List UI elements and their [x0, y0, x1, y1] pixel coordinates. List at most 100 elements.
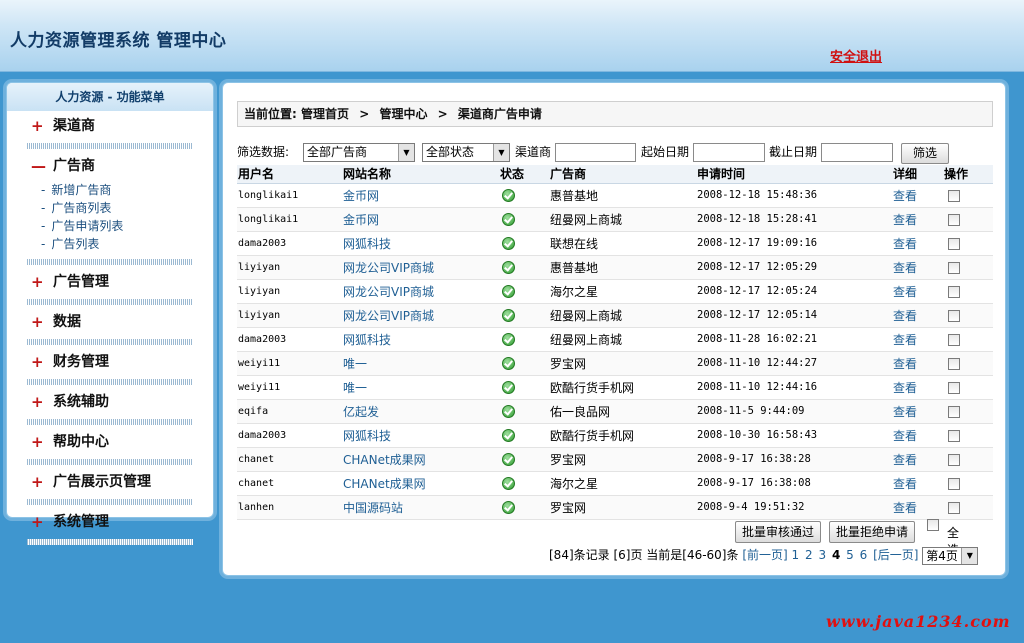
sidebar-item-5[interactable]: + 财务管理 — [7, 347, 213, 377]
page-link[interactable]: 1 — [792, 548, 800, 562]
view-detail-link[interactable]: 查看 — [892, 399, 943, 424]
start-date-input[interactable] — [693, 143, 765, 162]
next-page-link[interactable]: [后一页] — [873, 548, 918, 562]
cell-site-link[interactable]: 网狐科技 — [342, 327, 499, 352]
breadcrumb-item-center[interactable]: 管理中心 — [379, 107, 427, 121]
cell-site-link[interactable]: 中国源码站 — [342, 495, 499, 520]
row-checkbox[interactable] — [948, 189, 960, 202]
sidebar-item-7[interactable]: + 帮助中心 — [7, 427, 213, 457]
cell-apply-time: 2008-12-17 12:05:24 — [696, 279, 892, 304]
sidebar-group: + 广告管理 — [7, 267, 213, 305]
check-circle-icon — [502, 212, 515, 226]
row-checkbox[interactable] — [948, 261, 960, 274]
channel-input[interactable] — [555, 143, 636, 162]
sidebar-subitem[interactable]: - 广告申请列表 — [41, 217, 213, 235]
view-detail-link[interactable]: 查看 — [892, 423, 943, 448]
view-detail-link[interactable]: 查看 — [892, 255, 943, 280]
sidebar-item-label: 系统辅助 — [53, 394, 109, 410]
sidebar-item-label: 广告展示页管理 — [53, 474, 151, 490]
logout-link[interactable]: 安全退出 — [830, 46, 882, 65]
row-checkbox[interactable] — [948, 237, 960, 250]
page-link[interactable]: 6 — [860, 548, 868, 562]
view-detail-link[interactable]: 查看 — [892, 183, 943, 208]
table-row: weiyi11 唯一 欧酷行货手机网 2008-11-10 12:44:16 查看 — [237, 375, 993, 400]
view-detail-link[interactable]: 查看 — [892, 327, 943, 352]
cell-status — [499, 495, 549, 520]
column-header: 申请时间 — [696, 165, 892, 184]
row-checkbox[interactable] — [948, 501, 960, 514]
sidebar-item-1[interactable]: + 渠道商 — [7, 111, 213, 141]
view-detail-link[interactable]: 查看 — [892, 375, 943, 400]
sidebar-divider — [27, 339, 193, 345]
status-select[interactable]: 全部状态 ▼ — [422, 143, 510, 162]
sidebar-group: + 帮助中心 — [7, 427, 213, 465]
page-link[interactable]: 3 — [818, 548, 826, 562]
cell-apply-time: 2008-9-17 16:38:08 — [696, 471, 892, 496]
row-checkbox[interactable] — [948, 357, 960, 370]
view-detail-link[interactable]: 查看 — [892, 351, 943, 376]
cell-operation — [943, 327, 993, 352]
sidebar-item-4[interactable]: + 数据 — [7, 307, 213, 337]
view-detail-link[interactable]: 查看 — [892, 303, 943, 328]
expand-icon: + — [31, 433, 44, 451]
sidebar-subitem[interactable]: - 新增广告商 — [41, 181, 213, 199]
cell-operation — [943, 231, 993, 256]
dash-icon: - — [41, 237, 46, 251]
cell-site-link[interactable]: 网狐科技 — [342, 231, 499, 256]
sidebar-item-8[interactable]: + 广告展示页管理 — [7, 467, 213, 497]
cell-site-link[interactable]: 唯一 — [342, 351, 499, 376]
row-checkbox[interactable] — [948, 429, 960, 442]
view-detail-link[interactable]: 查看 — [892, 447, 943, 472]
cell-site-link[interactable]: 网龙公司VIP商城 — [342, 303, 499, 328]
row-checkbox[interactable] — [948, 285, 960, 298]
cell-username: liyiyan — [237, 255, 342, 280]
sidebar-item-3[interactable]: + 广告管理 — [7, 267, 213, 297]
cell-advertiser: 海尔之星 — [549, 471, 696, 496]
sidebar-submenu: - 新增广告商 - 广告商列表 - 广告申请列表 - 广告列表 — [7, 181, 213, 257]
bulk-reject-button[interactable]: 批量拒绝申请 — [829, 521, 915, 543]
view-detail-link[interactable]: 查看 — [892, 495, 943, 520]
sidebar-group: + 系统辅助 — [7, 387, 213, 425]
page-link[interactable]: 2 — [805, 548, 813, 562]
view-detail-link[interactable]: 查看 — [892, 231, 943, 256]
select-all-checkbox[interactable] — [927, 519, 939, 531]
row-checkbox[interactable] — [948, 405, 960, 418]
sidebar-item-2[interactable]: — 广告商 — [7, 151, 213, 181]
cell-site-link[interactable]: 唯一 — [342, 375, 499, 400]
filter-button[interactable]: 筛选 — [901, 143, 949, 164]
page-link[interactable]: 5 — [846, 548, 854, 562]
row-checkbox[interactable] — [948, 333, 960, 346]
breadcrumb-item-home[interactable]: 管理首页 — [301, 107, 349, 121]
advertiser-select[interactable]: 全部广告商 ▼ — [303, 143, 415, 162]
view-detail-link[interactable]: 查看 — [892, 207, 943, 232]
view-detail-link[interactable]: 查看 — [892, 471, 943, 496]
cell-site-link[interactable]: 亿起发 — [342, 399, 499, 424]
sidebar-item-9[interactable]: + 系统管理 — [7, 507, 213, 537]
row-checkbox[interactable] — [948, 309, 960, 322]
cell-site-link[interactable]: 网龙公司VIP商城 — [342, 255, 499, 280]
sidebar-subitem[interactable]: - 广告列表 — [41, 235, 213, 253]
table-row: liyiyan 网龙公司VIP商城 海尔之星 2008-12-17 12:05:24 查… — [237, 279, 993, 304]
row-checkbox[interactable] — [948, 381, 960, 394]
cell-username: weiyi11 — [237, 351, 342, 376]
end-date-input[interactable] — [821, 143, 893, 162]
cell-site-link[interactable]: CHANet成果网 — [342, 471, 499, 496]
cell-username: eqifa — [237, 399, 342, 424]
cell-site-link[interactable]: 金币网 — [342, 207, 499, 232]
view-detail-link[interactable]: 查看 — [892, 279, 943, 304]
cell-site-link[interactable]: 网狐科技 — [342, 423, 499, 448]
sidebar-item-6[interactable]: + 系统辅助 — [7, 387, 213, 417]
row-checkbox[interactable] — [948, 453, 960, 466]
cell-site-link[interactable]: 金币网 — [342, 183, 499, 208]
row-checkbox[interactable] — [948, 477, 960, 490]
sidebar-subitem[interactable]: - 广告商列表 — [41, 199, 213, 217]
page-select[interactable]: 第4页 ▼ — [922, 547, 979, 565]
cell-site-link[interactable]: CHANet成果网 — [342, 447, 499, 472]
row-checkbox[interactable] — [948, 213, 960, 226]
prev-page-link[interactable]: [前一页] — [742, 548, 787, 562]
end-date-label: 截止日期 — [769, 145, 818, 159]
table-row: liyiyan 网龙公司VIP商城 惠普基地 2008-12-17 12:05:29 查… — [237, 255, 993, 280]
bulk-approve-button[interactable]: 批量审核通过 — [735, 521, 821, 543]
dash-icon: - — [41, 219, 46, 233]
cell-site-link[interactable]: 网龙公司VIP商城 — [342, 279, 499, 304]
